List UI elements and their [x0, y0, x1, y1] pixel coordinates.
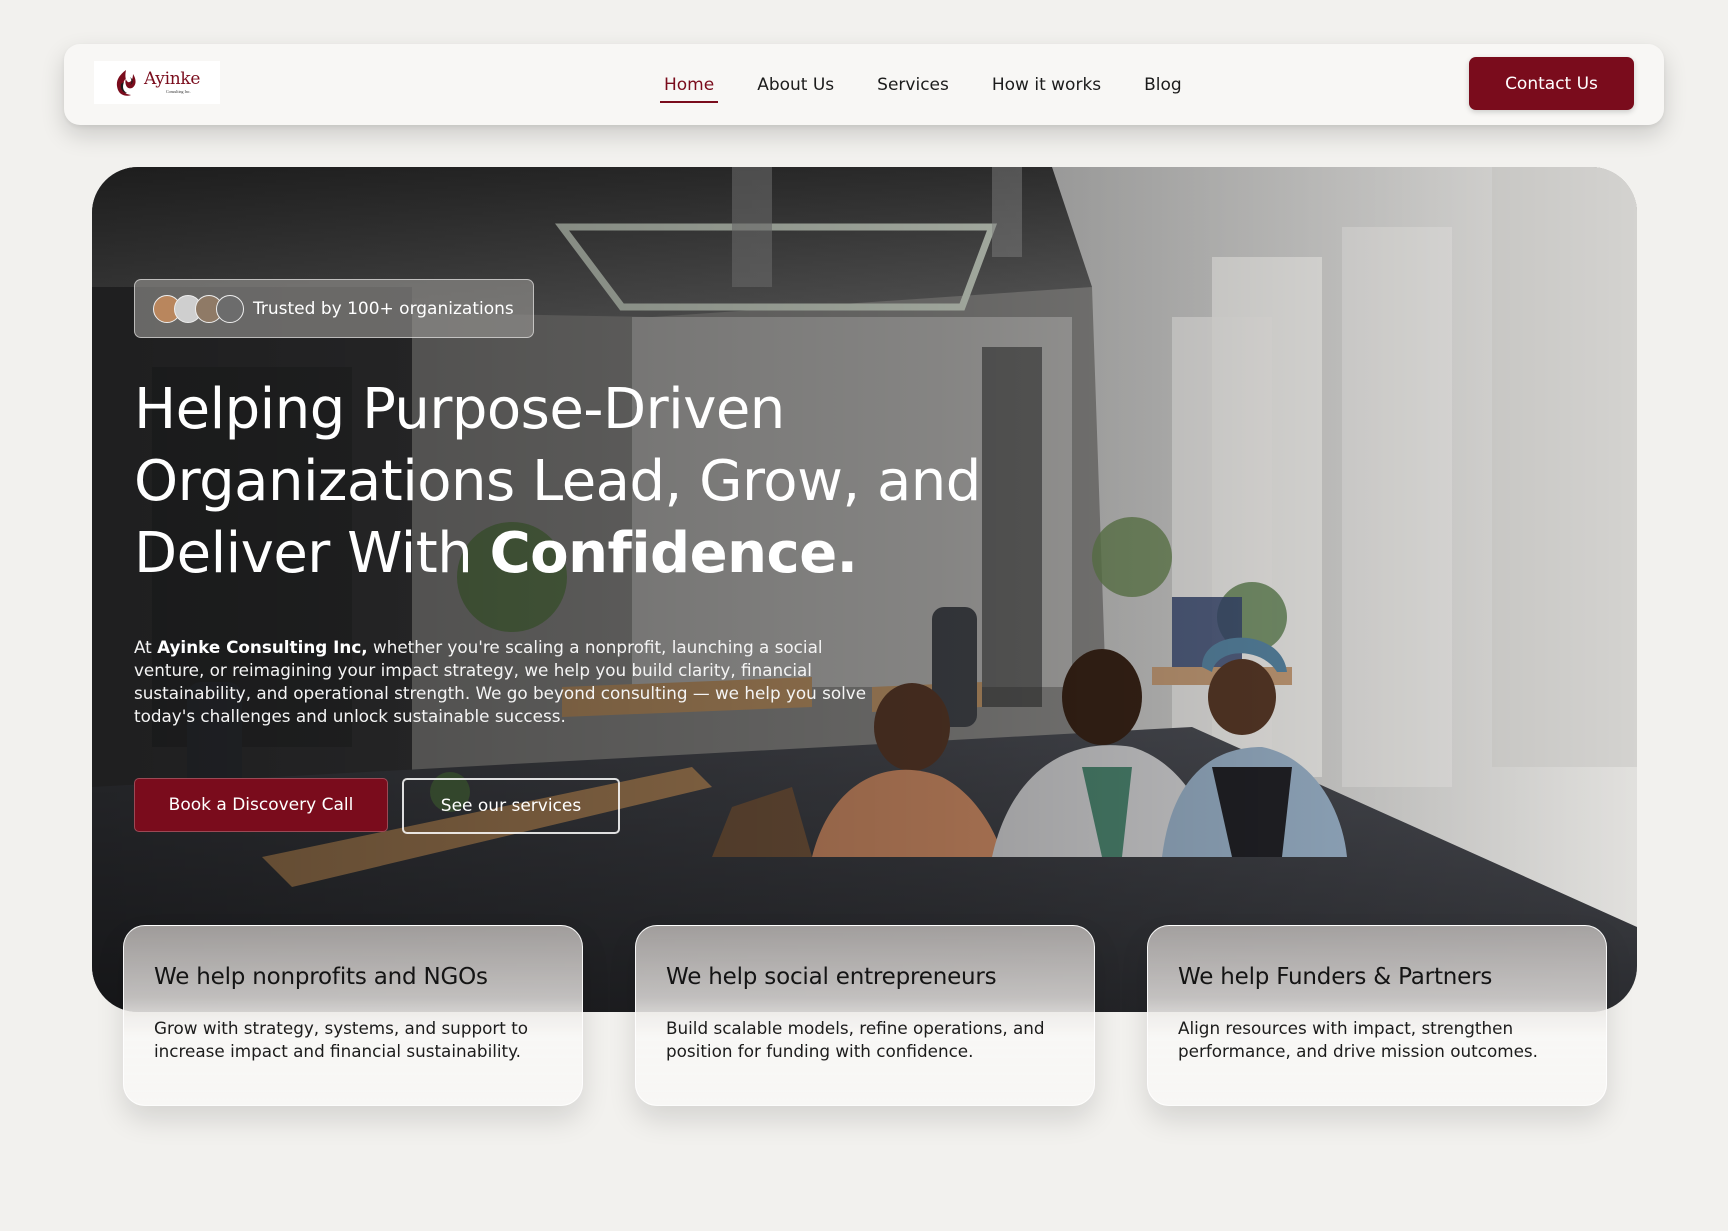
nav-blog[interactable]: Blog [1144, 75, 1182, 95]
nav-how-it-works[interactable]: How it works [992, 75, 1101, 95]
card-text: Grow with strategy, systems, and support… [154, 1018, 529, 1061]
logo[interactable]: Ayinke Consulting Inc. [94, 61, 220, 104]
flame-logo-icon [116, 69, 136, 96]
logo-subtitle: Consulting Inc. [166, 89, 191, 94]
nav-about-us[interactable]: About Us [757, 75, 834, 95]
card-title: We help social entrepreneurs [666, 964, 997, 990]
nav-home[interactable]: Home [659, 75, 719, 103]
hero-title-emphasis: Confidence. [489, 521, 858, 586]
card-text: Align resources with impact, strengthen … [1178, 1018, 1538, 1061]
card-social-entrepreneurs[interactable]: We help social entrepreneurs Build scala… [635, 925, 1095, 1106]
card-title: We help Funders & Partners [1178, 964, 1493, 990]
hero-desc-prefix: At [134, 637, 158, 657]
audience-cards: We help nonprofits and NGOs Grow with st… [123, 925, 1607, 1106]
hero-title-line1: Helping Purpose-Driven [134, 377, 785, 442]
card-title: We help nonprofits and NGOs [154, 964, 488, 990]
trusted-badge: Trusted by 100+ organizations [134, 279, 534, 338]
navbar: Ayinke Consulting Inc. Home About Us Ser… [64, 44, 1664, 125]
hero-title-line2: Organizations Lead, Grow, and [134, 449, 981, 514]
avatar-group [153, 294, 244, 323]
hero-desc-company: Ayinke Consulting Inc, [157, 637, 368, 657]
card-funders-partners[interactable]: We help Funders & Partners Align resourc… [1147, 925, 1607, 1106]
see-our-services-button[interactable]: See our services [402, 778, 620, 834]
logo-name: Ayinke [144, 69, 201, 89]
card-text: Build scalable models, refine operations… [666, 1018, 1045, 1061]
hero-title: Helping Purpose-Driven Organizations Lea… [134, 374, 1034, 590]
trusted-text: Trusted by 100+ organizations [253, 298, 514, 319]
hero-cta-group: Book a Discovery Call See our services [134, 778, 1034, 834]
hero-section: Trusted by 100+ organizations Helping Pu… [92, 167, 1637, 1012]
card-nonprofits[interactable]: We help nonprofits and NGOs Grow with st… [123, 925, 583, 1106]
avatar [216, 294, 244, 323]
book-discovery-call-button[interactable]: Book a Discovery Call [134, 778, 388, 832]
contact-us-button[interactable]: Contact Us [1469, 57, 1634, 110]
hero-title-line3-prefix: Deliver With [134, 521, 490, 586]
hero-description: At Ayinke Consulting Inc, whether you're… [134, 636, 894, 728]
main-nav: Home About Us Services How it works Blog [659, 44, 1182, 125]
nav-services[interactable]: Services [877, 75, 949, 95]
hero-content: Trusted by 100+ organizations Helping Pu… [134, 279, 1034, 834]
